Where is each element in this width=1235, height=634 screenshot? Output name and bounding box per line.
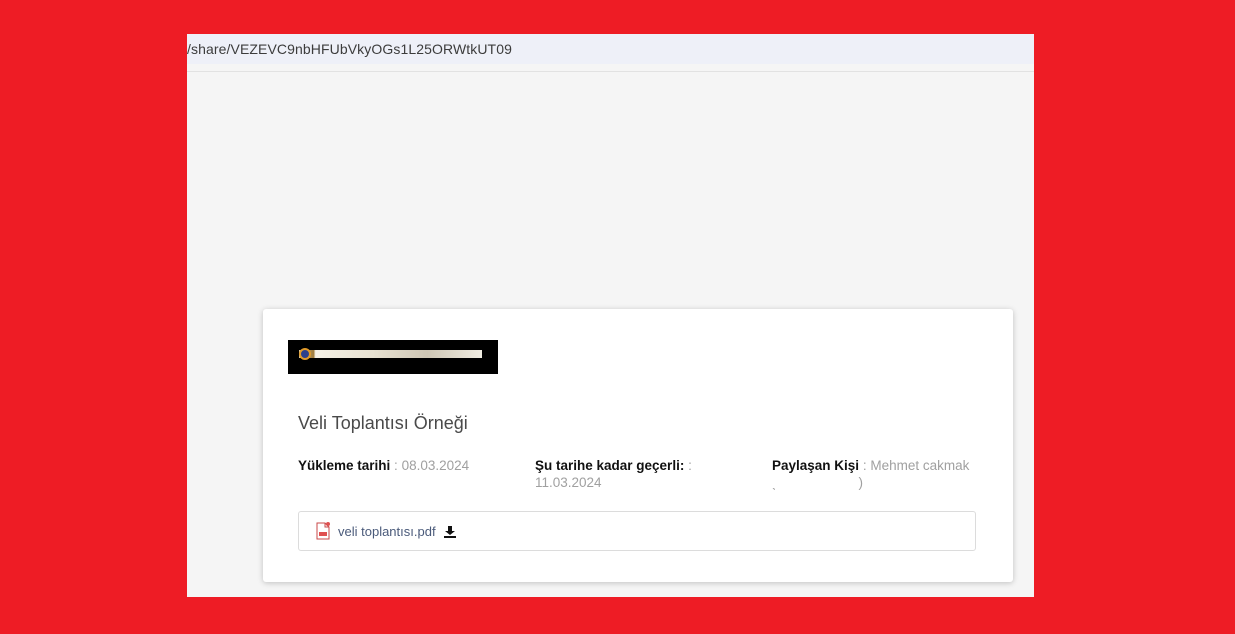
shared-by: Paylaşan Kişi : Mehmet cakmak ˎ) bbox=[772, 457, 987, 491]
valid-until-value: 11.03.2024 bbox=[535, 475, 602, 490]
pdf-file-icon bbox=[316, 522, 330, 540]
shared-by-value: Mehmet cakmak bbox=[870, 458, 970, 473]
upload-date-label: Yükleme tarihi bbox=[298, 458, 391, 473]
company-logo bbox=[288, 340, 498, 374]
shared-by-label: Paylaşan Kişi bbox=[772, 458, 860, 473]
valid-until-sep: : bbox=[684, 458, 692, 473]
logo-banner bbox=[299, 350, 482, 358]
shared-by-sep: : bbox=[859, 458, 871, 473]
share-title: Veli Toplantısı Örneği bbox=[298, 413, 468, 433]
shared-by-extra-open: ˎ bbox=[772, 475, 777, 490]
file-link[interactable]: veli toplantısı.pdf bbox=[338, 524, 436, 539]
address-bar[interactable]: /share/VEZEVC9nbHFUbVkyOGs1L25ORWtkUT09 bbox=[187, 34, 1034, 64]
download-icon[interactable] bbox=[443, 525, 456, 538]
url-text[interactable]: /share/VEZEVC9nbHFUbVkyOGs1L25ORWtkUT09 bbox=[187, 41, 512, 57]
upload-date-value: 08.03.2024 bbox=[401, 458, 470, 473]
share-card: Veli Toplantısı Örneği Yükleme tarihi : … bbox=[263, 309, 1013, 582]
browser-window: /share/VEZEVC9nbHFUbVkyOGs1L25ORWtkUT09 … bbox=[187, 34, 1034, 597]
file-row: veli toplantısı.pdf bbox=[298, 511, 976, 551]
toolbar-divider bbox=[187, 71, 1034, 72]
upload-date-sep: : bbox=[390, 458, 402, 473]
valid-until: Şu tarihe kadar geçerli: : 11.03.2024 bbox=[535, 457, 750, 491]
upload-date: Yükleme tarihi : 08.03.2024 bbox=[298, 457, 518, 474]
shared-by-extra-close: ) bbox=[858, 475, 864, 490]
valid-until-label: Şu tarihe kadar geçerli: bbox=[535, 458, 685, 473]
logo-mark-icon bbox=[299, 348, 311, 360]
